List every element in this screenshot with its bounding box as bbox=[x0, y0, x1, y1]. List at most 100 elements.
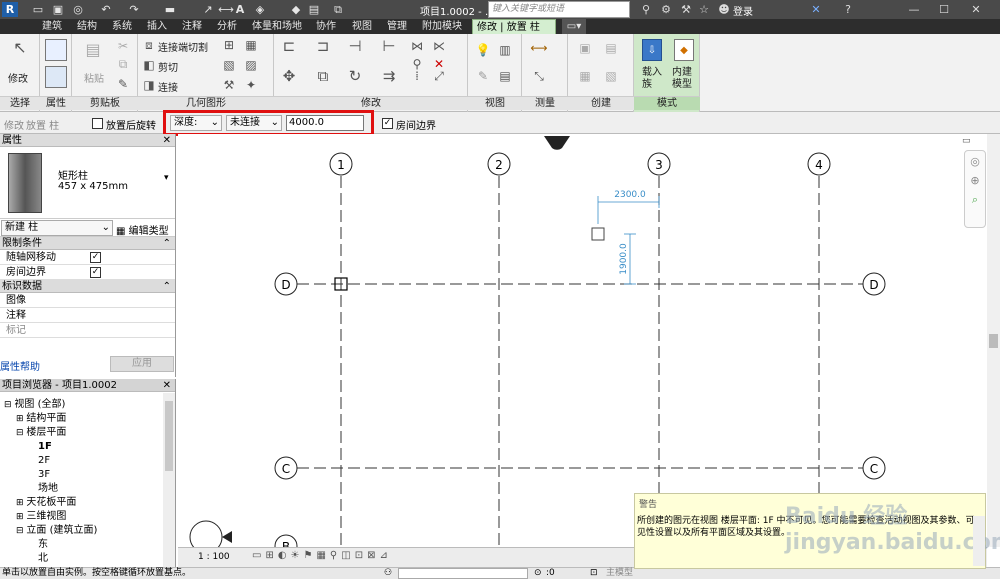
align-icon[interactable]: ⊏ bbox=[280, 38, 298, 54]
search-input[interactable]: 键入关键字或短语 bbox=[488, 1, 630, 18]
properties-icon[interactable] bbox=[45, 39, 67, 61]
communication-icon[interactable]: ⚒ bbox=[678, 2, 694, 17]
tab-more-icon[interactable]: ▭▾ bbox=[562, 19, 586, 34]
undo-icon[interactable]: ↶ bbox=[98, 2, 114, 17]
cut-join-button[interactable]: 连接端切割 bbox=[158, 39, 208, 54]
worksets-icon[interactable]: ⚇ bbox=[384, 568, 392, 579]
browser-tree-item[interactable]: ⊟ 视图 (全部) bbox=[0, 398, 175, 412]
split-face-icon[interactable]: ▦ bbox=[242, 37, 260, 53]
browser-tree-item[interactable]: ⊞ 结构平面 bbox=[0, 412, 175, 426]
panel-clipboard-label[interactable]: 剪贴板 bbox=[72, 96, 138, 110]
tab-modify-place-column[interactable]: 修改 | 放置 柱 bbox=[472, 19, 556, 34]
panel-measure-label[interactable]: 测量 bbox=[522, 96, 568, 110]
binoculars-icon[interactable]: ⚲ bbox=[638, 2, 654, 17]
property-row[interactable]: 标记 bbox=[0, 323, 175, 338]
cut-icon[interactable]: ✂ bbox=[114, 38, 132, 54]
load-family-icon[interactable]: ⇩ bbox=[642, 39, 662, 61]
cut-button[interactable]: 剪切 bbox=[158, 59, 178, 74]
type-properties-icon[interactable] bbox=[45, 66, 67, 88]
close-icon[interactable]: ✕ bbox=[163, 134, 171, 147]
panel-properties-label[interactable]: 属性 bbox=[40, 96, 72, 110]
tab-architecture[interactable]: 建筑 bbox=[42, 19, 62, 34]
paste-button[interactable]: 粘贴 bbox=[84, 70, 104, 85]
inplace-model-button[interactable]: 内建模型 bbox=[672, 67, 698, 91]
wall-join-icon[interactable]: ⊞ bbox=[220, 37, 238, 53]
view-controls-icons[interactable]: ▭⊞◐☀⚑▦⚲◫⊡⊠⊿ bbox=[252, 550, 392, 561]
redo-icon[interactable]: ↷ bbox=[126, 2, 142, 17]
room-bounding-prop-checkbox[interactable]: ✓ bbox=[90, 267, 101, 278]
pin-icon[interactable]: ⚲ bbox=[408, 56, 426, 72]
tab-collaborate[interactable]: 协作 bbox=[316, 19, 336, 34]
text-icon[interactable]: A bbox=[232, 2, 248, 17]
tab-insert[interactable]: 插入 bbox=[147, 19, 167, 34]
help-icon[interactable]: ? bbox=[840, 2, 856, 17]
copy-icon[interactable]: ⧉ bbox=[114, 56, 132, 72]
inplace-model-icon[interactable]: ◆ bbox=[674, 39, 694, 61]
mirror-draw-icon[interactable]: ⊢ bbox=[380, 38, 398, 54]
browser-tree-item[interactable]: ⊟ 立面 (建筑立面) bbox=[0, 524, 175, 538]
view-scale[interactable]: 1 : 100 bbox=[198, 552, 230, 562]
remove-paint-icon[interactable]: ▨ bbox=[242, 57, 260, 73]
browser-tree-item[interactable]: 场地 bbox=[0, 482, 175, 496]
apply-button[interactable]: 应用 bbox=[110, 356, 174, 372]
section-icon[interactable]: ◆ bbox=[288, 2, 304, 17]
mirror-axis-icon[interactable]: ⊣ bbox=[346, 38, 364, 54]
open-icon[interactable]: ▭ bbox=[30, 2, 46, 17]
offset-icon[interactable]: ⊐ bbox=[314, 38, 332, 54]
panel-select-label[interactable]: 选择 bbox=[0, 96, 40, 110]
browser-tree-item[interactable]: ⊞ 三维视图 bbox=[0, 510, 175, 524]
panel-view-label[interactable]: 视图 bbox=[468, 96, 522, 110]
rotate-after-placement-checkbox[interactable] bbox=[92, 118, 103, 129]
browser-tree-item[interactable]: 北 bbox=[0, 552, 175, 566]
demolish-icon[interactable]: ⚒ bbox=[220, 77, 238, 93]
steering-wheel-icon[interactable]: ◎ bbox=[965, 155, 985, 168]
browser-tree-item[interactable]: 1F bbox=[0, 440, 175, 454]
panel-create-label[interactable]: 创建 bbox=[568, 96, 634, 110]
property-row[interactable]: 注释 bbox=[0, 308, 175, 323]
sync-icon[interactable]: ◎ bbox=[70, 2, 86, 17]
drawing-area[interactable]: 1 2 3 4 D D C C B 2300.0 1900.0 bbox=[178, 134, 1000, 558]
moves-with-grids-checkbox[interactable]: ✓ bbox=[90, 252, 101, 263]
expand-toggle-icon[interactable]: ⊞ bbox=[16, 512, 26, 522]
browser-tree-item[interactable]: 东 bbox=[0, 538, 175, 552]
expand-toggle-icon[interactable]: ⊞ bbox=[16, 498, 26, 508]
measure-icon[interactable]: ↗ bbox=[200, 2, 216, 17]
property-row[interactable]: 图像 bbox=[0, 293, 175, 308]
exchange-icon[interactable]: ✕ bbox=[808, 2, 824, 17]
browser-tree-item[interactable]: 2F bbox=[0, 454, 175, 468]
load-family-button[interactable]: 载入族 bbox=[642, 67, 666, 91]
panel-modify-label[interactable]: 修改 bbox=[274, 96, 468, 110]
revit-logo-icon[interactable]: R bbox=[2, 2, 18, 17]
browser-tree-item[interactable]: ⊟ 楼层平面 bbox=[0, 426, 175, 440]
tab-view[interactable]: 视图 bbox=[352, 19, 372, 34]
paste-icon[interactable]: ▤ bbox=[84, 42, 102, 58]
cope-icon[interactable]: ⧈ bbox=[140, 37, 158, 53]
switch-windows-icon[interactable]: ⧉ bbox=[330, 2, 346, 17]
group-constraints[interactable]: 限制条件 ⌃ bbox=[0, 237, 175, 250]
pick-icon[interactable]: ✦ bbox=[242, 77, 260, 93]
panel-geometry-label[interactable]: 几何图形 bbox=[138, 96, 274, 110]
properties-help-link[interactable]: 属性帮助 bbox=[0, 358, 40, 373]
user-icon[interactable]: ☻ bbox=[716, 2, 732, 17]
collapse-toggle-icon[interactable]: ⊟ bbox=[16, 428, 26, 438]
aligned-dimension-icon[interactable]: ⤡ bbox=[530, 68, 548, 84]
room-bounding-checkbox[interactable]: ✓ bbox=[382, 118, 393, 129]
split-icon[interactable]: ⋈ bbox=[408, 38, 426, 54]
copy-element-icon[interactable]: ⧉ bbox=[314, 68, 332, 84]
edit-type-button[interactable]: ▦ 编辑类型 bbox=[116, 222, 169, 237]
hide-icon[interactable]: 💡 bbox=[474, 42, 492, 58]
measure-distance-icon[interactable]: ⟷ bbox=[530, 40, 548, 56]
tab-structure[interactable]: 结构 bbox=[77, 19, 97, 34]
join-button[interactable]: 连接 bbox=[158, 79, 178, 94]
paint-icon[interactable]: ▧ bbox=[220, 57, 238, 73]
design-options-icon[interactable]: ⊡ bbox=[590, 568, 598, 579]
create-assembly-icon[interactable]: ▣ bbox=[576, 40, 594, 56]
zoom-region-icon[interactable]: ⌕ bbox=[965, 193, 985, 207]
close-window-button[interactable]: ✕ bbox=[962, 0, 990, 19]
favorites-icon[interactable]: ☆ bbox=[696, 2, 712, 17]
tab-systems[interactable]: 系统 bbox=[112, 19, 132, 34]
print-icon[interactable]: ▬ bbox=[162, 2, 178, 17]
trim-icon[interactable]: ⇉ bbox=[380, 68, 398, 84]
delete-icon[interactable]: ✕ bbox=[430, 56, 448, 72]
view-toggle-icon[interactable]: ▤ bbox=[496, 68, 514, 84]
